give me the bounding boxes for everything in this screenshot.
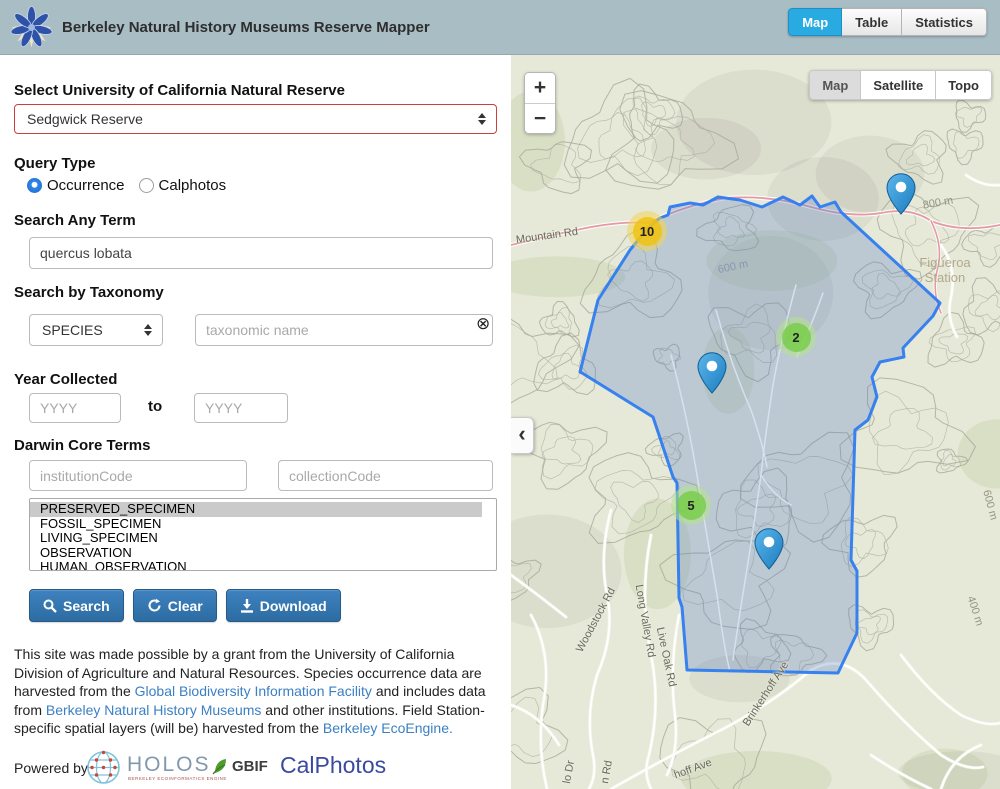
holos-globe-icon[interactable] bbox=[85, 749, 122, 786]
view-tab-statistics[interactable]: Statistics bbox=[902, 8, 987, 36]
taxonomy-label: Search by Taxonomy bbox=[14, 284, 164, 301]
cluster-count: 2 bbox=[782, 323, 811, 352]
view-switcher: MapTableStatistics bbox=[788, 8, 987, 36]
any-term-label: Search Any Term bbox=[14, 212, 136, 229]
select-updown-icon bbox=[144, 324, 152, 336]
page-title: Berkeley Natural History Museums Reserve… bbox=[62, 0, 430, 55]
view-tab-table[interactable]: Table bbox=[842, 8, 902, 36]
institution-code-input[interactable] bbox=[29, 460, 247, 491]
query-type-radio-occurrence[interactable]: Occurrence bbox=[27, 177, 125, 194]
taxonomy-rank-select[interactable]: SPECIES bbox=[29, 314, 163, 346]
select-updown-icon bbox=[478, 113, 486, 125]
bnhm-logo-icon bbox=[8, 4, 55, 51]
map-pin[interactable] bbox=[754, 528, 784, 570]
taxonomy-name-input[interactable] bbox=[195, 314, 493, 346]
radio-label: Calphotos bbox=[159, 177, 227, 194]
darwin-core-label: Darwin Core Terms bbox=[14, 437, 150, 454]
listbox-option-preserved-specimen[interactable]: PRESERVED_SPECIMEN bbox=[30, 502, 482, 517]
zoom-control: + − bbox=[524, 72, 556, 134]
app: Berkeley Natural History Museums Reserve… bbox=[0, 0, 1000, 789]
listbox-option-human-observation[interactable]: HUMAN_OBSERVATION bbox=[30, 560, 496, 571]
query-type-radios: Occurrence Calphotos bbox=[27, 177, 226, 194]
layer-button-topo[interactable]: Topo bbox=[936, 70, 992, 100]
listbox-option-living-specimen[interactable]: LIVING_SPECIMEN bbox=[30, 531, 496, 546]
year-to-input[interactable] bbox=[194, 393, 288, 423]
powered-by-row: Powered by HOLOS BERKELEY ECOINFORMATICS… bbox=[0, 747, 511, 789]
year-label: Year Collected bbox=[14, 371, 117, 388]
holos-logo[interactable]: HOLOS bbox=[127, 753, 211, 777]
query-type-label: Query Type bbox=[14, 155, 95, 172]
radio-label: Occurrence bbox=[47, 177, 125, 194]
refresh-icon bbox=[147, 598, 162, 613]
layer-button-satellite[interactable]: Satellite bbox=[861, 70, 936, 100]
gbif-logo[interactable]: GBIF bbox=[211, 757, 268, 775]
listbox-option-observation[interactable]: OBSERVATION bbox=[30, 546, 496, 561]
search-button[interactable]: Search bbox=[29, 589, 124, 622]
sidebar-collapse-button[interactable]: ‹ bbox=[511, 417, 534, 454]
map-canvas[interactable]: Mountain Rd800 mFigueroa Station600 m600… bbox=[511, 55, 1000, 789]
download-button[interactable]: Download bbox=[226, 589, 341, 622]
zoom-out-button[interactable]: − bbox=[525, 103, 555, 133]
credit-link[interactable]: Global Biodiversity Information Facility bbox=[135, 683, 372, 699]
sidebar: Select University of California Natural … bbox=[0, 55, 511, 789]
query-type-radio-calphotos[interactable]: Calphotos bbox=[139, 177, 227, 194]
year-from-input[interactable] bbox=[29, 393, 121, 423]
marker-cluster-10[interactable]: 10 bbox=[627, 211, 667, 251]
gbif-leaf-icon bbox=[211, 757, 229, 775]
basis-of-record-listbox: PRESERVED_SPECIMENFOSSIL_SPECIMENLIVING_… bbox=[29, 498, 497, 571]
topo-map-tiles bbox=[511, 55, 1000, 789]
credit-link[interactable]: Berkeley Natural History Museums bbox=[46, 702, 262, 718]
taxonomy-rank-value: SPECIES bbox=[42, 322, 103, 338]
reserve-select[interactable]: Sedgwick Reserve bbox=[14, 104, 497, 134]
collection-code-input[interactable] bbox=[278, 460, 493, 491]
header: Berkeley Natural History Museums Reserve… bbox=[0, 0, 1000, 55]
marker-cluster-2[interactable]: 2 bbox=[776, 317, 816, 357]
calphotos-logo[interactable]: CalPhotos bbox=[280, 752, 386, 779]
basemap-switcher: MapSatelliteTopo bbox=[809, 70, 992, 100]
layer-button-map[interactable]: Map bbox=[809, 70, 861, 100]
reserve-select-value: Sedgwick Reserve bbox=[27, 111, 143, 127]
map-pin[interactable] bbox=[886, 173, 916, 215]
year-separator: to bbox=[148, 398, 162, 415]
map-pin[interactable] bbox=[697, 352, 727, 394]
credit-link[interactable]: Berkeley EcoEngine. bbox=[323, 720, 453, 736]
cluster-count: 10 bbox=[633, 217, 662, 246]
action-buttons: Search Clear Download bbox=[29, 589, 341, 622]
powered-by-label: Powered by bbox=[14, 760, 88, 776]
view-tab-map[interactable]: Map bbox=[788, 8, 842, 36]
download-icon bbox=[240, 598, 254, 613]
search-icon bbox=[43, 599, 57, 613]
radio-dot bbox=[27, 178, 42, 193]
zoom-in-button[interactable]: + bbox=[525, 73, 555, 103]
listbox-option-fossil-specimen[interactable]: FOSSIL_SPECIMEN bbox=[30, 517, 496, 532]
radio-dot bbox=[139, 178, 154, 193]
credits-text: This site was made possible by a grant f… bbox=[14, 645, 503, 738]
reserve-select-label: Select University of California Natural … bbox=[14, 82, 345, 99]
any-term-input[interactable] bbox=[29, 237, 493, 269]
clear-button[interactable]: Clear bbox=[133, 589, 217, 622]
clear-taxonomy-icon[interactable]: ⊗ bbox=[476, 315, 490, 332]
cluster-count: 5 bbox=[677, 491, 706, 520]
marker-cluster-5[interactable]: 5 bbox=[671, 485, 711, 525]
holos-subtitle: BERKELEY ECOINFORMATICS ENGINE bbox=[128, 776, 227, 781]
